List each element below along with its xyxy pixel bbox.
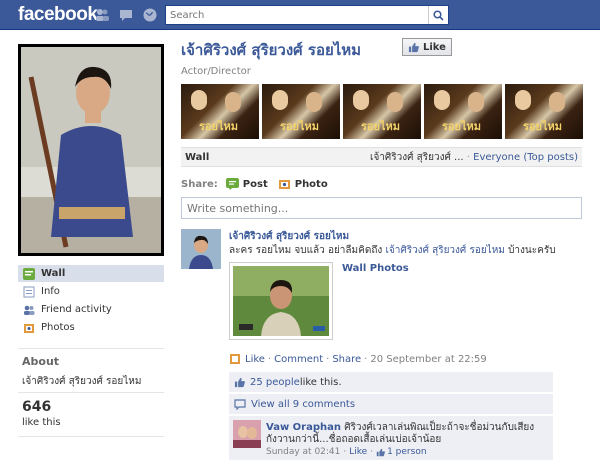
nav-item-info[interactable]: Info bbox=[18, 283, 164, 300]
nav-item-label: Wall bbox=[41, 268, 66, 279]
friend-requests-icon[interactable] bbox=[94, 7, 110, 23]
friends-icon bbox=[24, 305, 35, 315]
share-row: Share: Post Photo bbox=[181, 178, 338, 190]
share-post-label: Post bbox=[242, 178, 268, 190]
avatar[interactable] bbox=[181, 229, 221, 269]
share-photo-button[interactable]: Photo bbox=[278, 178, 328, 190]
status-input[interactable] bbox=[182, 198, 581, 218]
page-category: Actor/Director bbox=[181, 66, 251, 77]
strip-photo[interactable]: รอยไหม bbox=[343, 84, 421, 139]
top-bar: facebook bbox=[0, 0, 600, 30]
messages-icon[interactable] bbox=[118, 7, 134, 23]
photos-icon bbox=[24, 323, 34, 333]
search-icon bbox=[433, 9, 444, 21]
thumbs-up-icon bbox=[408, 42, 419, 52]
comment-like-count[interactable]: 1 person bbox=[387, 447, 426, 457]
story-message-text: ละคร รอยไหม จบแล้ว อย่าลืมคิดถึง bbox=[229, 245, 386, 256]
story-timestamp[interactable]: 20 September at 22:59 bbox=[370, 354, 486, 365]
wall-header: Wall เจ้าศิริวงศ์ สุริยวงศ์ ... · Everyo… bbox=[181, 147, 582, 167]
separator: · bbox=[466, 151, 470, 163]
wall-owner[interactable]: เจ้าศิริวงศ์ สุริยวงศ์ ... bbox=[370, 152, 464, 163]
story-message-text: บ้างนะครับ bbox=[504, 245, 556, 256]
wall-title: Wall bbox=[185, 151, 210, 163]
like-action[interactable]: Like bbox=[245, 354, 265, 365]
comment-author[interactable]: Vaw Oraphan bbox=[266, 422, 341, 433]
share-label: Share: bbox=[181, 178, 218, 190]
profile-photo-image bbox=[21, 47, 161, 253]
wall-filter-selector[interactable]: Everyone (Top posts) bbox=[473, 152, 578, 163]
attached-photo-image bbox=[233, 266, 329, 336]
status-composer bbox=[181, 197, 582, 219]
comment-action[interactable]: Comment bbox=[274, 354, 323, 365]
author-avatar-image bbox=[181, 229, 221, 269]
share-action[interactable]: Share bbox=[332, 354, 361, 365]
photo-caption: รอยไหม bbox=[523, 120, 562, 133]
strip-photo[interactable]: รอยไหม bbox=[505, 84, 583, 139]
strip-photo[interactable]: รอยไหม bbox=[181, 84, 259, 139]
divider bbox=[18, 348, 164, 349]
nav-item-friend-activity[interactable]: Friend activity bbox=[18, 301, 164, 318]
nav-item-label: Friend activity bbox=[41, 304, 112, 315]
post-icon bbox=[225, 178, 239, 190]
nav-item-wall[interactable]: Wall bbox=[18, 265, 164, 282]
photo-caption: รอยไหม bbox=[280, 120, 319, 133]
story-actions: Like · Comment · Share · 20 September at… bbox=[229, 353, 487, 365]
info-icon bbox=[23, 286, 35, 297]
left-navigation: Wall Info Friend activity Photos bbox=[18, 265, 164, 337]
share-post-button[interactable]: Post bbox=[225, 178, 268, 190]
comment-like-action[interactable]: Like bbox=[349, 447, 367, 457]
likes-suffix: like this. bbox=[299, 376, 342, 388]
search-button[interactable] bbox=[428, 6, 448, 24]
nav-item-photos[interactable]: Photos bbox=[18, 319, 164, 336]
strip-photo[interactable]: รอยไหม bbox=[262, 84, 340, 139]
divider bbox=[18, 436, 164, 437]
nav-item-label: Info bbox=[41, 286, 60, 297]
avatar[interactable] bbox=[233, 420, 261, 448]
strip-photo[interactable]: รอยไหม bbox=[424, 84, 502, 139]
story-author[interactable]: เจ้าศิริวงศ์ สุริยวงศ์ รอยไหม bbox=[229, 229, 349, 244]
comment-body: Vaw Oraphan ศิริวงศ์เวลาเล่นพิณเป็ยะถ้าจ… bbox=[266, 422, 550, 446]
thumbs-up-icon bbox=[234, 377, 245, 387]
wall-filter: เจ้าศิริวงศ์ สุริยวงศ์ ... · Everyone (T… bbox=[370, 150, 578, 165]
likes-count[interactable]: 646 bbox=[22, 399, 51, 415]
share-photo-label: Photo bbox=[294, 178, 328, 190]
camera-icon bbox=[278, 180, 290, 189]
notifications-globe-icon[interactable] bbox=[142, 7, 158, 23]
search-input[interactable] bbox=[166, 6, 428, 24]
attached-photo[interactable] bbox=[229, 262, 333, 340]
divider bbox=[18, 392, 164, 393]
story-message-tag[interactable]: เจ้าศิริวงศ์ สุริยวงศ์ รอยไหม bbox=[385, 245, 504, 256]
photo-caption: รอยไหม bbox=[442, 120, 481, 133]
comment-bubble-icon bbox=[234, 398, 246, 410]
search-box bbox=[165, 5, 449, 25]
nav-item-label: Photos bbox=[41, 322, 75, 333]
facebook-logo[interactable]: facebook bbox=[18, 4, 98, 26]
likers-link[interactable]: 25 people bbox=[250, 377, 300, 388]
photo-type-icon bbox=[230, 354, 240, 364]
comment-timestamp[interactable]: Sunday at 02:41 bbox=[266, 447, 340, 457]
page-like-button[interactable]: Like bbox=[402, 38, 452, 56]
attachment-title[interactable]: Wall Photos bbox=[342, 263, 409, 274]
wall-icon bbox=[23, 267, 35, 280]
photo-strip: รอยไหม รอยไหม รอยไหม รอยไหม รอยไหม bbox=[181, 84, 583, 139]
about-text: เจ้าศิริวงศ์ สุริยวงศ์ รอยไหม bbox=[22, 376, 142, 387]
comment-meta: Sunday at 02:41 · Like · 1 person bbox=[266, 447, 427, 457]
profile-picture[interactable] bbox=[18, 44, 164, 256]
likes-summary: 25 people like this. bbox=[229, 372, 553, 392]
story-message: ละคร รอยไหม จบแล้ว อย่าลืมคิดถึง เจ้าศิร… bbox=[229, 243, 556, 258]
page-title[interactable]: เจ้าศิริวงศ์ สุริยวงศ์ รอยไหม bbox=[181, 38, 361, 62]
likes-label: like this bbox=[22, 417, 61, 428]
photo-caption: รอยไหม bbox=[199, 120, 238, 133]
commenter-avatar-image bbox=[233, 420, 261, 448]
view-comments-row: View all 9 comments bbox=[229, 394, 553, 414]
thumbs-up-icon bbox=[376, 448, 385, 456]
like-button-label: Like bbox=[423, 41, 446, 53]
about-heading: About bbox=[22, 355, 60, 368]
view-all-comments-link[interactable]: View all 9 comments bbox=[251, 399, 355, 410]
photo-caption: รอยไหม bbox=[361, 120, 400, 133]
